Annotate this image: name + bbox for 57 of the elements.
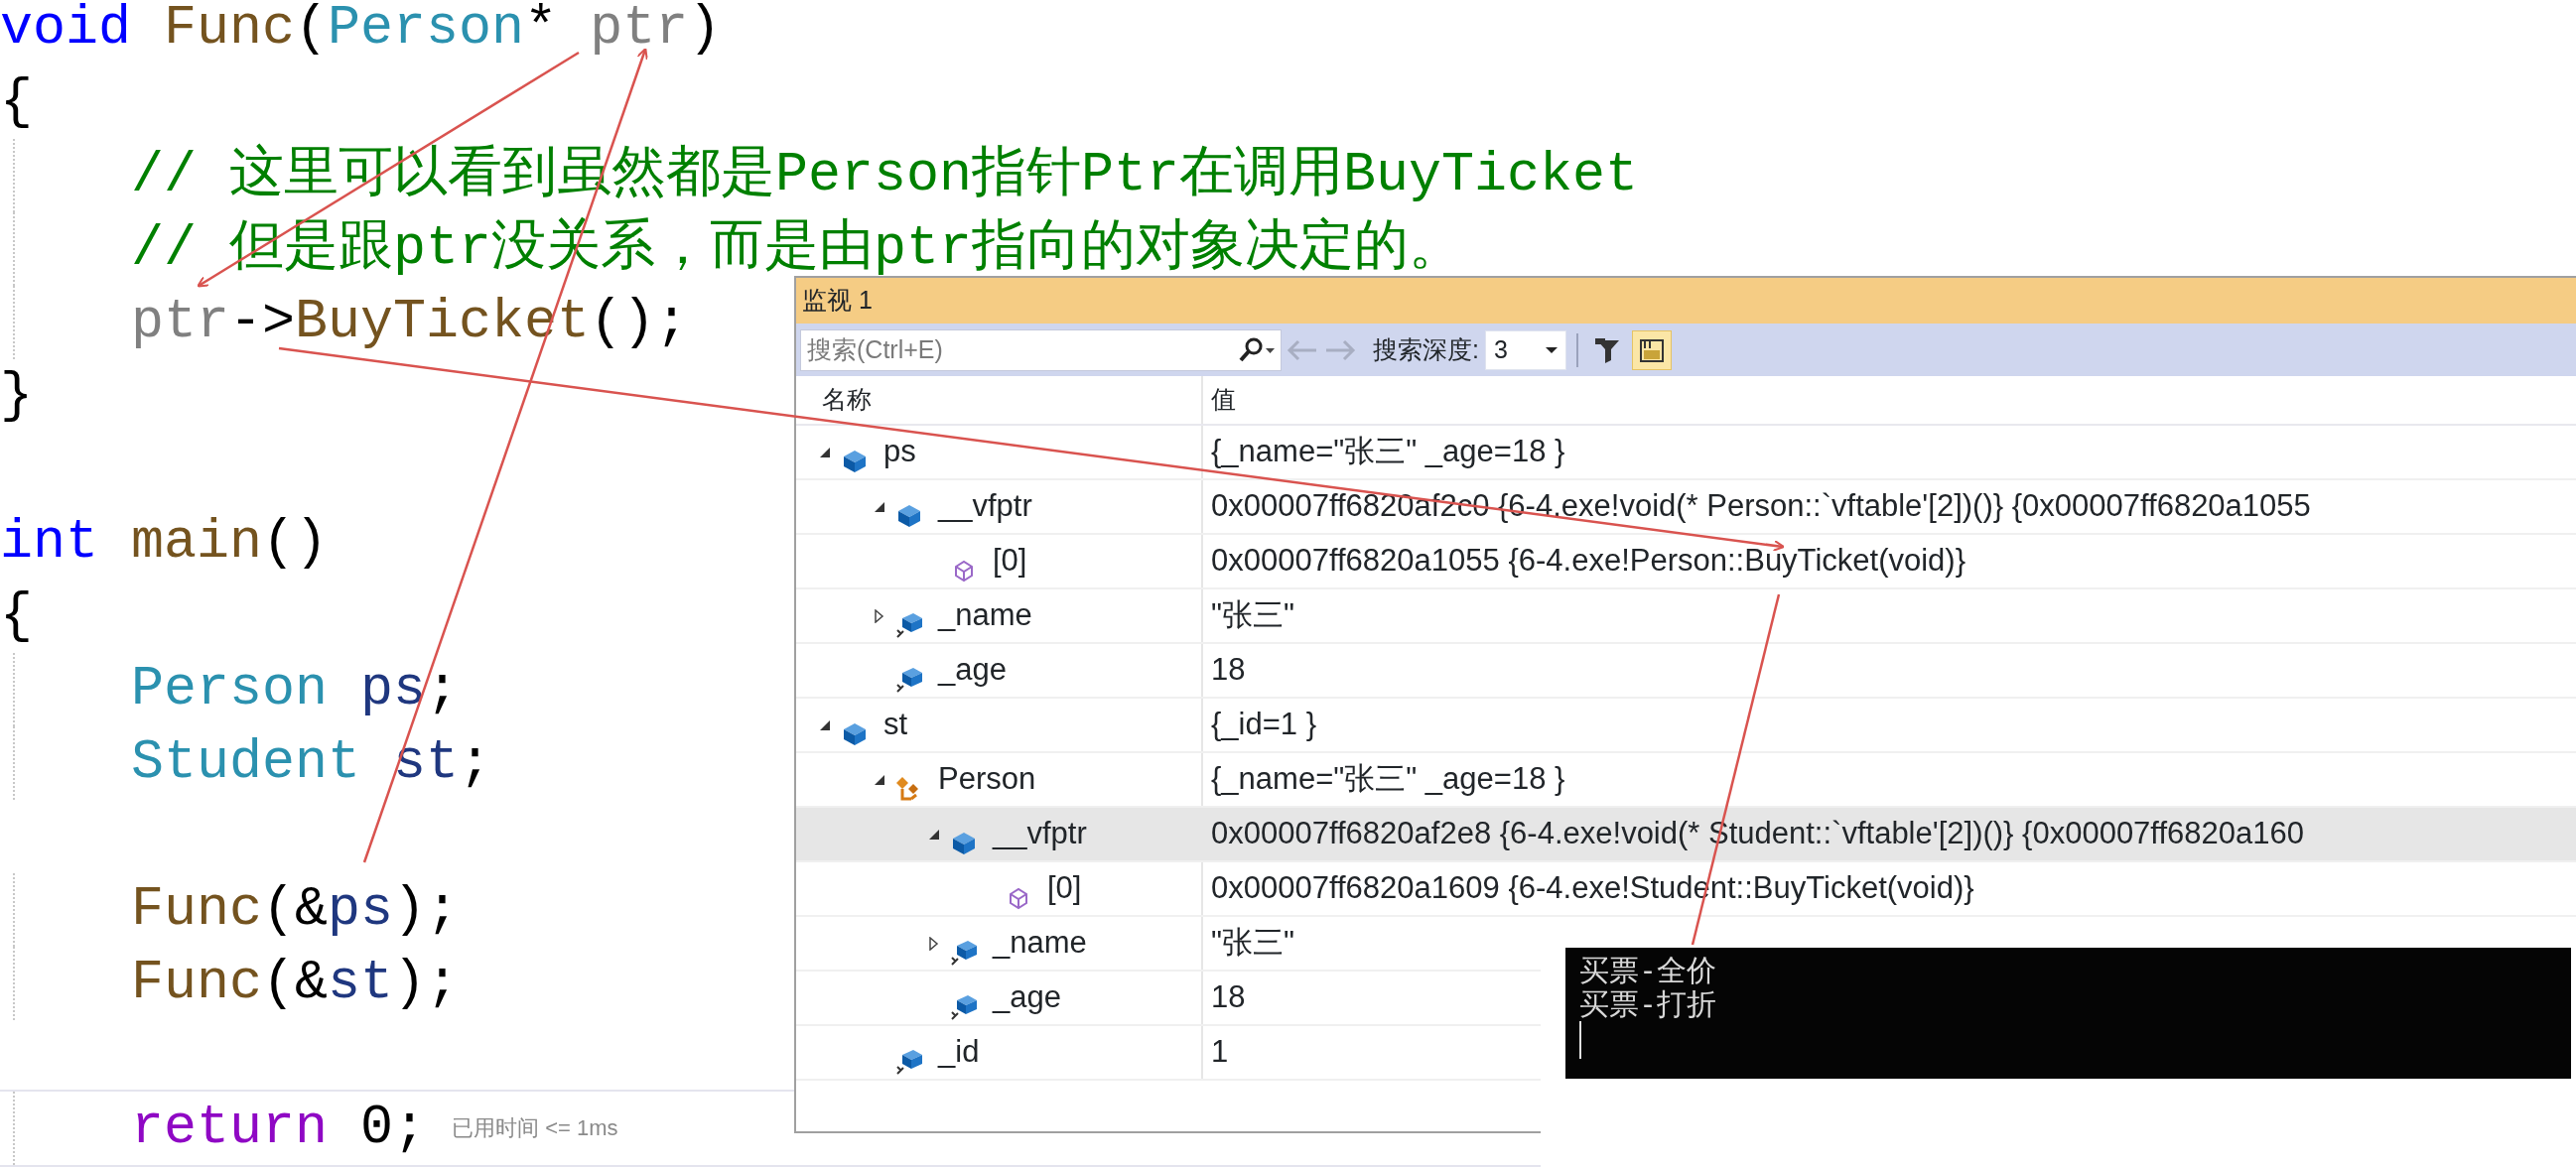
variable-value: "张三" [1211, 596, 1294, 635]
variable-value: {_name="张三" _age=18 } [1211, 760, 1565, 799]
tree-row[interactable]: _age [796, 644, 1203, 697]
tree-row[interactable]: [0] [796, 535, 1203, 587]
tree-row[interactable]: __vfptr [796, 480, 1203, 533]
collapsed-arrow-icon[interactable] [873, 608, 886, 623]
code-line: } [0, 363, 33, 429]
tree-row[interactable]: _name [796, 917, 1203, 970]
dropdown-caret-icon[interactable] [1545, 345, 1558, 354]
code-line: { [0, 69, 33, 135]
code-line: Func(&ps); [131, 877, 460, 943]
code-line: return 0; [131, 1096, 427, 1161]
variable-name: _name [938, 596, 1032, 635]
console-line: 买票-打折 [1579, 987, 1717, 1021]
column-header[interactable]: 值 [1211, 381, 1236, 419]
filter-icon [1593, 335, 1622, 364]
variable-name: __vfptr [938, 487, 1032, 526]
variable-value: 0x00007ff6820a1055 {6-4.exe!Person::BuyTicket(void)} [1211, 542, 1966, 581]
code-line: Person ps; [131, 657, 460, 722]
variable-value: {_name="张三" _age=18 } [1211, 433, 1565, 471]
variable-value: 1 [1211, 1033, 1229, 1072]
collapsed-arrow-icon[interactable] [927, 936, 941, 951]
variable-name: __vfptr [993, 815, 1087, 853]
depth-label: 搜索深度: [1373, 333, 1479, 365]
tree-row[interactable]: Person [796, 753, 1203, 806]
console-line: 买票-全价 [1579, 954, 1717, 987]
variable-value: 18 [1211, 651, 1246, 690]
variable-name: ps [883, 433, 916, 471]
variable-value: {_id=1 } [1211, 706, 1317, 744]
tree-row[interactable]: ps [796, 426, 1203, 478]
tree-row[interactable]: st [796, 699, 1203, 751]
code-line: void Func(Person* ptr) [0, 0, 722, 62]
toggle-button[interactable] [1631, 329, 1672, 370]
tree-row[interactable]: [0] [796, 862, 1203, 915]
tree-row[interactable]: _name [796, 589, 1203, 642]
column-header[interactable]: 名称 [822, 381, 872, 419]
tree-row[interactable]: _id [796, 1026, 1203, 1079]
window-title: 监视 1 [802, 285, 873, 317]
variable-name: _id [938, 1033, 980, 1072]
variable-value: "张三" [1211, 924, 1294, 963]
variable-name: _name [993, 924, 1087, 963]
code-line: Func(&st); [131, 951, 460, 1016]
depth-dropdown[interactable]: 3 [1484, 329, 1566, 370]
variable-name: _age [993, 978, 1061, 1017]
tree-row[interactable]: _age [796, 972, 1203, 1024]
search-field[interactable]: 搜索(Ctrl+E) [800, 328, 1282, 371]
code-line: int main() [0, 510, 329, 576]
variable-name: st [883, 706, 908, 744]
code-line: Student st; [131, 730, 492, 796]
variable-name: _age [938, 651, 1007, 690]
variable-name: Person [938, 760, 1036, 799]
variable-name: [0] [1047, 869, 1082, 908]
variable-name: [0] [993, 542, 1027, 581]
variable-value: 0x00007ff6820af2c0 {6-4.exe!void(* Person::`vftable'[2])()} {0x00007ff6820a1055 [1211, 487, 2311, 526]
tree-row[interactable]: __vfptr [796, 808, 1203, 860]
variable-value: 18 [1211, 978, 1246, 1017]
code-line: { [0, 584, 33, 649]
